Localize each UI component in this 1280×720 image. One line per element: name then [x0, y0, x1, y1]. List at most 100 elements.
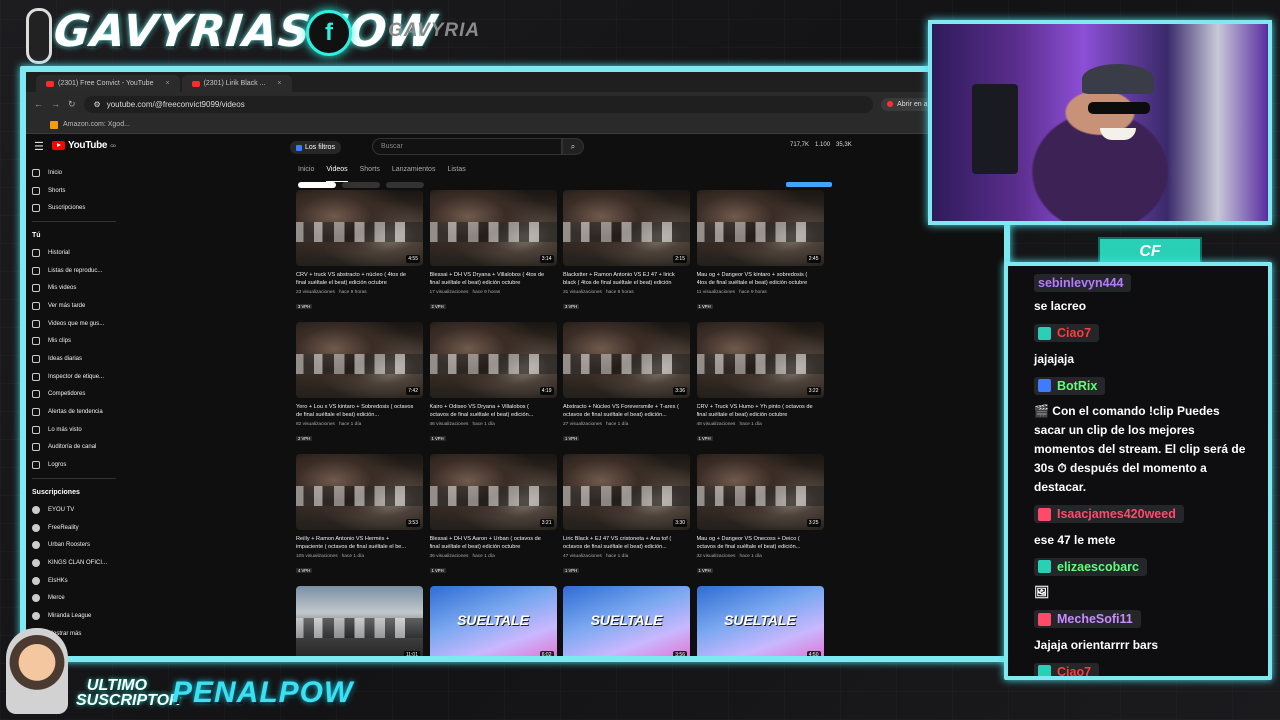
sidebar-item[interactable]: Logros — [26, 456, 122, 474]
video-thumbnail[interactable]: 11:01 — [296, 586, 423, 656]
sidebar-item[interactable]: Shorts — [26, 182, 122, 200]
video-thumbnail[interactable]: 3:36 — [563, 322, 690, 398]
video-card[interactable]: 3:25 Mau og + Dangeor VS Onecoss + Deico … — [696, 454, 824, 586]
url-field[interactable]: ⚙ youtube.com/@freeconvict9099/videos — [83, 95, 874, 113]
video-thumbnail[interactable]: 3:53 — [296, 454, 423, 530]
sidebar-item[interactable]: Historial — [26, 244, 122, 262]
video-card[interactable]: 2:45 Mau og + Dangeor VS kintaro + sobred… — [696, 190, 824, 322]
channel-tab[interactable]: Videos — [326, 166, 348, 182]
video-title[interactable]: Yero + Lou x VS kintaro + Sobredosis ( o… — [296, 403, 423, 420]
subscription-item[interactable]: Miranda League — [26, 607, 122, 625]
forward-icon[interactable]: → — [51, 99, 60, 109]
video-thumbnail[interactable]: 2:45 — [696, 190, 824, 266]
video-card[interactable]: SUELTALE 3:56 — [563, 586, 690, 656]
subscription-item[interactable]: FreeReality — [26, 519, 122, 537]
channel-tab[interactable]: Listas — [447, 166, 465, 182]
video-title[interactable]: CRV + Truck VS Humo + Yh pinto ( octavos… — [697, 403, 824, 420]
filters-button[interactable]: Los filtros — [290, 141, 341, 154]
channel-tab[interactable]: Shorts — [360, 166, 380, 182]
sidebar-item[interactable]: Videos que me gus... — [26, 315, 122, 333]
sidebar-item[interactable]: Inspector de etique... — [26, 368, 122, 386]
subscription-item[interactable]: Merce — [26, 589, 122, 607]
browser-tab[interactable]: (2301) Lirik Black ... × — [181, 75, 292, 92]
browser-tab[interactable]: (2301) Free Convict - YouTube × — [36, 75, 180, 92]
video-title[interactable]: Liric Black + EJ 47 VS cristoneta + Ana … — [563, 535, 690, 552]
video-thumbnail[interactable]: 7:42 — [296, 322, 423, 398]
chip-oldest[interactable] — [386, 182, 424, 188]
bookmark-item[interactable]: Amazon.com: Xgod... — [63, 121, 130, 128]
chat-username[interactable]: Ciao7 — [1034, 662, 1100, 676]
sidebar-you-header[interactable]: Tú — [26, 226, 122, 244]
chip-recent[interactable] — [298, 182, 336, 188]
search-icon[interactable]: ⌕ — [562, 138, 584, 155]
video-title[interactable]: CRV + truck VS abstracto + núcleo ( 4tos… — [296, 271, 423, 288]
video-card[interactable]: 4:19 Kairo + Odiseo VS Dryana + Villalobo… — [429, 322, 557, 454]
video-card[interactable]: 3:30 Liric Black + EJ 47 VS cristoneta + … — [563, 454, 690, 586]
sidebar-item[interactable]: Competidores — [26, 386, 122, 404]
sidebar-item[interactable]: Ver más tarde — [26, 297, 122, 315]
video-title[interactable]: Kairo + Odiseo VS Dryana + Villalobos ( … — [430, 403, 557, 420]
sidebar-item[interactable]: Listas de reproduc... — [26, 262, 122, 280]
sidebar-item[interactable]: Mis videos — [26, 279, 122, 297]
video-card[interactable]: SUELTALE 4:50 — [696, 586, 824, 656]
video-card[interactable]: 3:36 Abstracto + Núcleo VS Foreversmile +… — [563, 322, 690, 454]
sidebar-item[interactable]: Suscripciones — [26, 199, 122, 217]
chip-popular[interactable] — [342, 182, 380, 188]
video-card[interactable]: 3:21 Blessai + DH VS Aaron + Urban ( octa… — [429, 454, 557, 586]
video-thumbnail[interactable]: 3:14 — [429, 190, 557, 266]
video-card[interactable]: SUELTALE 6:02 — [429, 586, 557, 656]
chat-username[interactable]: MecheSofi11 — [1034, 610, 1141, 628]
video-card[interactable]: 4:55 CRV + truck VS abstracto + núcleo ( … — [296, 190, 423, 322]
sidebar-item[interactable]: Lo más visto — [26, 421, 122, 439]
sidebar-item[interactable]: Ideas diarias — [26, 350, 122, 368]
youtube-logo[interactable]: YouTube CO — [52, 140, 116, 151]
video-thumbnail[interactable]: SUELTALE 6:02 — [429, 586, 557, 656]
video-card[interactable]: 3:22 CRV + Truck VS Humo + Yh pinto ( oct… — [696, 322, 824, 454]
video-card[interactable]: 3:14 Blessai + DH VS Dryana + Villalobos … — [429, 190, 557, 322]
video-title[interactable]: Blessai + DH VS Dryana + Villalobos ( 4t… — [430, 271, 557, 288]
video-title[interactable]: Mau og + Dangeor VS kintaro + sobredosis… — [697, 271, 824, 288]
chat-username[interactable]: Isaacjames420weed — [1034, 505, 1184, 523]
menu-icon[interactable]: ☰ — [34, 140, 44, 153]
tags-button[interactable] — [786, 182, 832, 187]
sidebar-item[interactable]: Inicio — [26, 164, 122, 182]
video-thumbnail[interactable]: 3:22 — [696, 322, 824, 398]
subscription-item[interactable]: Urban Roosters — [26, 536, 122, 554]
subscription-item[interactable]: ElsHKs — [26, 572, 122, 590]
subscription-item[interactable]: KINGS CLAN OFICI... — [26, 554, 122, 572]
reload-icon[interactable]: ↻ — [68, 99, 76, 110]
chat-username[interactable]: elizaescobarc — [1034, 557, 1147, 576]
video-thumbnail[interactable]: 3:25 — [696, 454, 824, 530]
search-input[interactable]: Buscar — [372, 138, 562, 155]
video-title[interactable]: Mau og + Dangeor VS Onecoss + Deico ( oc… — [697, 535, 824, 552]
chat-username[interactable]: sebinlevyn444 — [1034, 274, 1132, 292]
close-tab-icon[interactable]: × — [277, 80, 281, 87]
channel-tab[interactable]: Inicio — [298, 166, 314, 182]
sidebar-item[interactable]: Mis clips — [26, 333, 122, 351]
close-tab-icon[interactable]: × — [165, 80, 169, 87]
video-title[interactable]: Blackstter + Ramon Antonio VS EJ 47 + li… — [563, 271, 690, 288]
video-card[interactable]: 3:53 Reilly + Ramon Antonio VS Hermès + i… — [296, 454, 423, 586]
chat-username[interactable]: BotRix — [1034, 376, 1106, 395]
video-thumbnail[interactable]: SUELTALE 3:56 — [563, 586, 690, 656]
video-card[interactable]: 11:01 — [296, 586, 423, 656]
channel-tab[interactable]: Lanzamientos — [392, 166, 436, 182]
subscription-item[interactable]: EYOU TV — [26, 501, 122, 519]
back-icon[interactable]: ← — [34, 99, 43, 109]
video-card[interactable]: 7:42 Yero + Lou x VS kintaro + Sobredosis… — [296, 322, 423, 454]
sidebar-subs-header[interactable]: Suscripciones — [26, 483, 122, 501]
video-thumbnail[interactable]: 4:19 — [429, 322, 557, 398]
site-info-icon[interactable]: ⚙ — [94, 100, 101, 109]
sidebar-item[interactable]: Auditoría de canal — [26, 439, 122, 457]
video-thumbnail[interactable]: 2:15 — [563, 190, 690, 266]
video-thumbnail[interactable]: 4:55 — [296, 190, 423, 266]
video-title[interactable]: Abstracto + Núcleo VS Foreversmile + T-a… — [563, 403, 690, 420]
video-thumbnail[interactable]: SUELTALE 4:50 — [696, 586, 824, 656]
video-card[interactable]: 2:15 Blackstter + Ramon Antonio VS EJ 47 … — [563, 190, 690, 322]
sidebar-item[interactable]: Alertas de tendencia — [26, 403, 122, 421]
video-thumbnail[interactable]: 3:21 — [429, 454, 557, 530]
video-thumbnail[interactable]: 3:30 — [563, 454, 690, 530]
video-title[interactable]: Blessai + DH VS Aaron + Urban ( octavos … — [430, 535, 557, 552]
video-title[interactable]: Reilly + Ramon Antonio VS Hermès + impac… — [296, 535, 423, 552]
chat-username[interactable]: Ciao7 — [1034, 324, 1100, 342]
